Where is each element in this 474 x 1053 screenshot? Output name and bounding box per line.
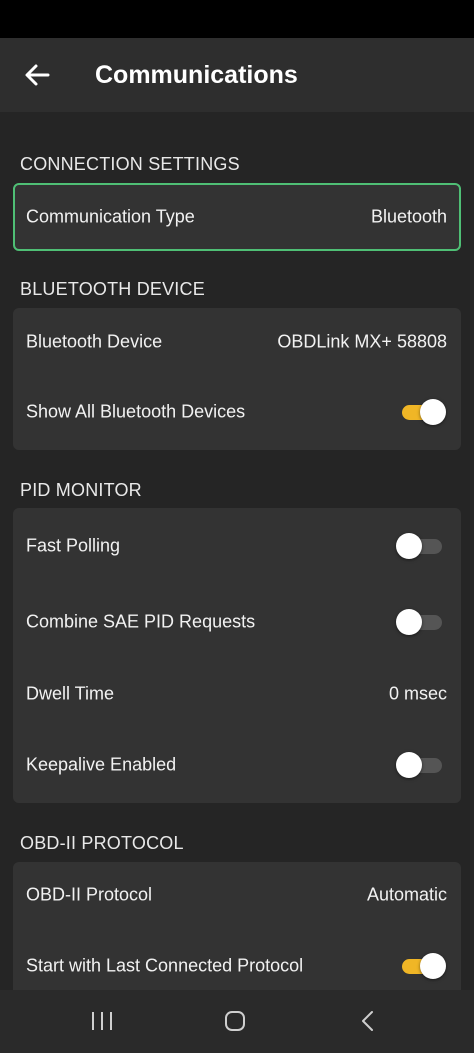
settings-list[interactable]: CONNECTION SETTINGS Communication Type B…	[0, 112, 474, 990]
fast-polling-row[interactable]: Fast Polling	[13, 508, 461, 584]
app-bar: Communications	[0, 38, 474, 112]
toggle-thumb	[396, 609, 422, 635]
toggle-thumb	[396, 752, 422, 778]
combine-sae-toggle[interactable]	[396, 608, 444, 636]
start-last-protocol-label: Start with Last Connected Protocol	[26, 955, 304, 976]
recent-apps-icon	[92, 1012, 112, 1030]
combine-sae-row[interactable]: Combine SAE PID Requests	[13, 584, 461, 660]
obd2-protocol-value: Automatic	[366, 884, 447, 905]
bluetooth-device-value: OBDLink MX+ 58808	[277, 331, 447, 352]
show-all-bluetooth-label: Show All Bluetooth Devices	[26, 401, 246, 422]
start-last-protocol-row[interactable]: Start with Last Connected Protocol	[13, 928, 461, 990]
nav-back-button[interactable]	[348, 1004, 388, 1038]
home-button[interactable]	[215, 1004, 255, 1038]
section-header-bluetooth: BLUETOOTH DEVICE	[20, 279, 205, 299]
card-pid-monitor: Fast Polling Combine SAE PID Requests Dw…	[13, 508, 461, 803]
bluetooth-device-row[interactable]: Bluetooth Device OBDLink MX+ 58808	[13, 308, 461, 376]
toggle-thumb	[396, 533, 422, 559]
communication-type-row[interactable]: Communication Type Bluetooth	[15, 185, 459, 249]
nav-back-icon	[362, 1011, 373, 1031]
communication-type-label: Communication Type	[26, 206, 195, 227]
dwell-time-label: Dwell Time	[26, 683, 115, 704]
toggle-thumb	[420, 399, 446, 425]
recent-apps-button[interactable]	[82, 1004, 122, 1038]
page-title: Communications	[95, 61, 298, 89]
section-header-connection: CONNECTION SETTINGS	[20, 154, 240, 174]
toggle-thumb	[420, 953, 446, 979]
dwell-time-value: 0 msec	[388, 683, 447, 704]
bluetooth-device-label: Bluetooth Device	[26, 331, 163, 352]
show-all-bluetooth-row[interactable]: Show All Bluetooth Devices	[13, 376, 461, 448]
card-bluetooth: Bluetooth Device OBDLink MX+ 58808 Show …	[13, 308, 461, 450]
home-icon	[225, 1011, 245, 1031]
keepalive-row[interactable]: Keepalive Enabled	[13, 728, 461, 802]
back-button[interactable]	[22, 60, 52, 90]
start-last-protocol-toggle[interactable]	[400, 952, 446, 980]
card-connection: Communication Type Bluetooth	[13, 183, 461, 251]
communication-type-value: Bluetooth	[370, 206, 447, 227]
keepalive-label: Keepalive Enabled	[26, 754, 177, 775]
card-obd2: OBD-II Protocol Automatic Start with Las…	[13, 862, 461, 990]
dwell-time-row[interactable]: Dwell Time 0 msec	[13, 660, 461, 728]
status-bar	[0, 0, 474, 38]
navigation-bar	[0, 990, 474, 1053]
keepalive-toggle[interactable]	[396, 751, 444, 779]
show-all-bluetooth-toggle[interactable]	[400, 398, 446, 426]
fast-polling-label: Fast Polling	[26, 535, 121, 556]
fast-polling-toggle[interactable]	[396, 532, 444, 560]
obd2-protocol-row[interactable]: OBD-II Protocol Automatic	[13, 862, 461, 928]
section-header-obd2: OBD-II PROTOCOL	[20, 833, 184, 853]
section-header-pid-monitor: PID MONITOR	[20, 480, 142, 500]
obd2-protocol-label: OBD-II Protocol	[26, 884, 153, 905]
arrow-left-icon	[25, 64, 50, 86]
combine-sae-label: Combine SAE PID Requests	[26, 611, 256, 632]
